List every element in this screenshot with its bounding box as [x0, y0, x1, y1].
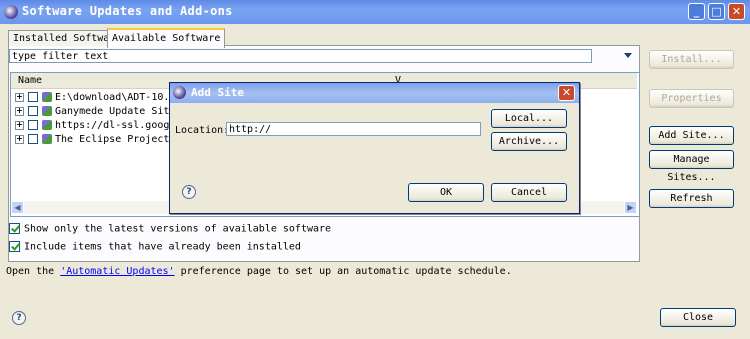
automatic-updates-info: Open the 'Automatic Updates' preference … — [6, 266, 512, 277]
properties-button[interactable]: Properties — [649, 89, 734, 108]
location-label: Location: — [175, 125, 230, 136]
install-button[interactable]: Install... — [649, 50, 734, 69]
checkbox-checked-icon[interactable] — [9, 223, 20, 234]
local-button[interactable]: Local... — [491, 109, 567, 128]
scroll-right-icon[interactable]: ▶ — [624, 201, 637, 214]
filter-input[interactable]: type filter text — [9, 49, 592, 63]
expand-icon[interactable]: + — [15, 106, 24, 116]
cancel-button[interactable]: Cancel — [491, 183, 567, 202]
manage-sites-button[interactable]: Manage Sites... — [649, 150, 734, 183]
title-bar[interactable]: Software Updates and Add-ons _ □ ✕ — [0, 0, 750, 24]
info-prefix: Open the — [6, 266, 61, 277]
dialog-help-icon[interactable]: ? — [182, 185, 196, 199]
maximize-button[interactable]: □ — [708, 3, 725, 20]
row-label: Ganymede Update Site — [55, 106, 176, 117]
close-button[interactable]: Close — [660, 308, 736, 327]
archive-button[interactable]: Archive... — [491, 132, 567, 151]
add-site-button[interactable]: Add Site... — [649, 126, 734, 145]
tab-label: Available Software — [112, 33, 221, 44]
tab-available-software[interactable]: Available Software — [107, 28, 226, 48]
row-checkbox[interactable] — [28, 106, 38, 116]
update-site-icon — [42, 92, 52, 102]
include-installed-label: Include items that have already been ins… — [24, 241, 301, 253]
help-icon[interactable]: ? — [12, 311, 26, 325]
latest-versions-checkbox[interactable]: Show only the latest versions of availab… — [9, 223, 331, 237]
include-installed-checkbox[interactable]: Include items that have already been ins… — [9, 241, 301, 255]
add-site-dialog: Add Site ✕ Location: http:// Local... Ar… — [169, 82, 580, 214]
info-suffix: preference page to set up an automatic u… — [174, 266, 512, 277]
close-window-button[interactable]: ✕ — [728, 3, 745, 20]
row-checkbox[interactable] — [28, 120, 38, 130]
filter-dropdown-icon[interactable] — [624, 53, 632, 58]
update-site-icon — [42, 120, 52, 130]
dialog-title-bar[interactable]: Add Site ✕ — [170, 83, 579, 103]
row-label: https://dl-ssl.google. — [55, 120, 188, 131]
location-input[interactable]: http:// — [226, 122, 481, 136]
column-name-header[interactable]: Name — [18, 75, 42, 86]
row-checkbox[interactable] — [28, 134, 38, 144]
latest-versions-label: Show only the latest versions of availab… — [24, 223, 332, 235]
checkbox-checked-icon[interactable] — [9, 241, 20, 252]
scroll-left-icon[interactable]: ◀ — [11, 201, 24, 214]
tree-row[interactable]: + Ganymede Update Site — [15, 106, 175, 120]
expand-icon[interactable]: + — [15, 134, 24, 144]
dialog-close-button[interactable]: ✕ — [558, 85, 575, 101]
expand-icon[interactable]: + — [15, 92, 24, 102]
tree-row[interactable]: + The Eclipse Project Up — [15, 134, 187, 148]
eclipse-icon — [173, 86, 186, 99]
window-title: Software Updates and Add-ons — [22, 4, 233, 18]
eclipse-icon — [4, 5, 18, 19]
expand-icon[interactable]: + — [15, 120, 24, 130]
tree-row[interactable]: + https://dl-ssl.google. — [15, 120, 187, 134]
tree-row[interactable]: + E:\download\ADT-10.0.C — [15, 92, 187, 106]
automatic-updates-link[interactable]: 'Automatic Updates' — [60, 266, 174, 277]
refresh-button[interactable]: Refresh — [649, 189, 734, 208]
row-checkbox[interactable] — [28, 92, 38, 102]
update-site-icon — [42, 106, 52, 116]
row-label: E:\download\ADT-10.0.C — [55, 92, 188, 103]
ok-button[interactable]: OK — [408, 183, 484, 202]
tab-label: Installed Software — [13, 33, 122, 44]
dialog-title: Add Site — [191, 86, 244, 99]
update-site-icon — [42, 134, 52, 144]
row-label: The Eclipse Project Up — [55, 134, 188, 145]
minimize-button[interactable]: _ — [688, 3, 705, 20]
